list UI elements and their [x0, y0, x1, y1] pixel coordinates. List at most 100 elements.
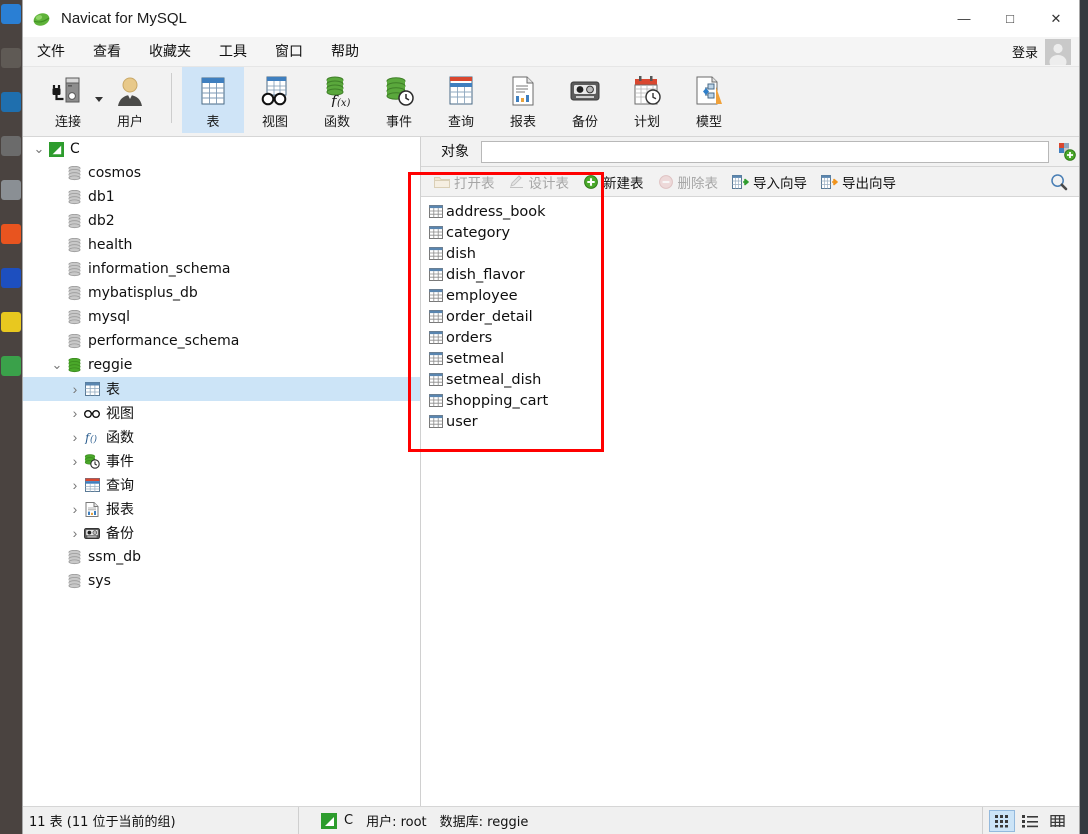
- table-list-area[interactable]: address_book category dish dish_flavor emplo…: [421, 197, 1079, 806]
- close-button[interactable]: ✕: [1033, 0, 1079, 37]
- tree-item-[interactable]: › 报表: [23, 497, 420, 521]
- action-export-wizard[interactable]: 导出向导: [814, 169, 903, 195]
- toolbar-button-table[interactable]: 表: [182, 67, 244, 133]
- detail-view-icon[interactable]: [1045, 810, 1071, 832]
- table-list-item[interactable]: shopping_cart: [427, 390, 553, 411]
- login-area: 登录: [1012, 38, 1079, 65]
- tree-item-[interactable]: › 视图: [23, 401, 420, 425]
- tree-item-label: 函数: [106, 430, 134, 446]
- table-list-item[interactable]: category: [427, 222, 553, 243]
- toolbar-button-model[interactable]: 模型: [678, 67, 740, 133]
- tree-item-cosmos[interactable]: cosmos: [23, 161, 420, 185]
- tree-item-db1[interactable]: db1: [23, 185, 420, 209]
- table-list-item[interactable]: orders: [427, 327, 553, 348]
- table-list-item[interactable]: setmeal_dish: [427, 369, 553, 390]
- tree-item-sys[interactable]: sys: [23, 569, 420, 593]
- tree-item-performance_schema[interactable]: performance_schema: [23, 329, 420, 353]
- toolbar-button-user[interactable]: 用户: [99, 67, 161, 133]
- desktop-icon[interactable]: [1, 92, 21, 112]
- tree-item-db2[interactable]: db2: [23, 209, 420, 233]
- toolbar-button-report[interactable]: 报表: [492, 67, 554, 133]
- toolbar-button-schedule[interactable]: 计划: [616, 67, 678, 133]
- tree-item-label: db1: [88, 189, 115, 205]
- query-icon: [447, 73, 475, 109]
- tab-object[interactable]: 对象: [429, 137, 481, 167]
- tree-item-ssm_db[interactable]: ssm_db: [23, 545, 420, 569]
- menu-item-view[interactable]: 查看: [79, 37, 135, 67]
- tree-item-information_schema[interactable]: information_schema: [23, 257, 420, 281]
- toolbar-label-schedule: 计划: [633, 115, 660, 130]
- grid-view-icon[interactable]: [989, 809, 1015, 832]
- toolbar-button-event[interactable]: 事件: [368, 67, 430, 133]
- desktop-icon[interactable]: [1, 180, 21, 200]
- chevron-right-icon[interactable]: ›: [67, 497, 83, 521]
- menu-item-favorites[interactable]: 收藏夹: [135, 37, 205, 67]
- tree-item-health[interactable]: health: [23, 233, 420, 257]
- user-avatar-icon[interactable]: [1045, 38, 1071, 65]
- table-list-item[interactable]: address_book: [427, 201, 553, 222]
- table-name: address_book: [446, 203, 546, 220]
- desktop-icon[interactable]: [1, 356, 21, 376]
- tree-item-[interactable]: › f() 函数: [23, 425, 420, 449]
- menu-item-window[interactable]: 窗口: [261, 37, 317, 67]
- chevron-right-icon[interactable]: ›: [67, 425, 83, 449]
- chevron-down-icon[interactable]: ⌄: [49, 353, 65, 377]
- action-new-table[interactable]: 新建表: [576, 169, 651, 195]
- desktop-icon[interactable]: [1, 312, 21, 332]
- desktop-icon[interactable]: [1, 224, 21, 244]
- database-tree-sidebar[interactable]: ⌄ Ccosmos db1 db2 health information_schema my…: [23, 137, 421, 806]
- table-list-item[interactable]: employee: [427, 285, 553, 306]
- list-view-icon[interactable]: [1017, 810, 1043, 832]
- table-list-item[interactable]: setmeal: [427, 348, 553, 369]
- search-icon[interactable]: [1047, 170, 1071, 194]
- menu-item-help[interactable]: 帮助: [317, 37, 373, 67]
- toolbar-button-connection[interactable]: 连接: [37, 67, 103, 133]
- tree-item-reggie[interactable]: ⌄ reggie: [23, 353, 420, 377]
- tree-item-mysql[interactable]: mysql: [23, 305, 420, 329]
- object-filter-input[interactable]: [481, 140, 1049, 163]
- tree-item-c[interactable]: ⌄ C: [23, 137, 420, 161]
- minimize-button[interactable]: —: [941, 0, 987, 37]
- table-list-item[interactable]: dish: [427, 243, 553, 264]
- tree-item-label: cosmos: [88, 165, 142, 181]
- menu-item-file[interactable]: 文件: [23, 37, 79, 67]
- desktop-icon[interactable]: [1, 268, 21, 288]
- toolbar-button-function[interactable]: f (x) 函数: [306, 67, 368, 133]
- login-link[interactable]: 登录: [1012, 42, 1038, 61]
- action-import-wizard[interactable]: 导入向导: [725, 169, 814, 195]
- tree-item-[interactable]: › 备份: [23, 521, 420, 545]
- toolbar-button-view[interactable]: 视图: [244, 67, 306, 133]
- database-icon: [65, 164, 83, 182]
- chevron-down-icon[interactable]: ⌄: [31, 137, 47, 161]
- desktop-right-edge: [1080, 0, 1088, 834]
- maximize-button[interactable]: □: [987, 0, 1033, 37]
- tree-item-[interactable]: › 查询: [23, 473, 420, 497]
- menu-item-tools[interactable]: 工具: [205, 37, 261, 67]
- chevron-right-icon[interactable]: ›: [67, 449, 83, 473]
- add-object-icon[interactable]: [1053, 137, 1079, 167]
- table-grid-icon: [429, 331, 443, 344]
- desktop-icon[interactable]: [1, 48, 21, 68]
- chevron-right-icon[interactable]: ›: [67, 401, 83, 425]
- table-list-item[interactable]: dish_flavor: [427, 264, 553, 285]
- model-diagram-icon: [694, 73, 724, 109]
- action-design-table: 设计表: [502, 169, 577, 195]
- tree-item-[interactable]: › 事件: [23, 449, 420, 473]
- chevron-right-icon[interactable]: ›: [67, 377, 83, 401]
- connection-plug-icon: [51, 73, 85, 109]
- tree-item-[interactable]: › 表: [23, 377, 420, 401]
- tree-item-label: ssm_db: [88, 549, 141, 565]
- toolbar-button-query[interactable]: 查询: [430, 67, 492, 133]
- table-grid-icon: [199, 73, 227, 109]
- chevron-right-icon[interactable]: ›: [67, 473, 83, 497]
- table-list-item[interactable]: order_detail: [427, 306, 553, 327]
- tree-item-mybatisplus_db[interactable]: mybatisplus_db: [23, 281, 420, 305]
- table-list-item[interactable]: user: [427, 411, 553, 432]
- toolbar-button-backup[interactable]: 备份: [554, 67, 616, 133]
- chevron-right-icon[interactable]: ›: [67, 521, 83, 545]
- desktop-icon[interactable]: [1, 4, 21, 24]
- desktop-icon[interactable]: [1, 136, 21, 156]
- table-name: category: [446, 224, 511, 241]
